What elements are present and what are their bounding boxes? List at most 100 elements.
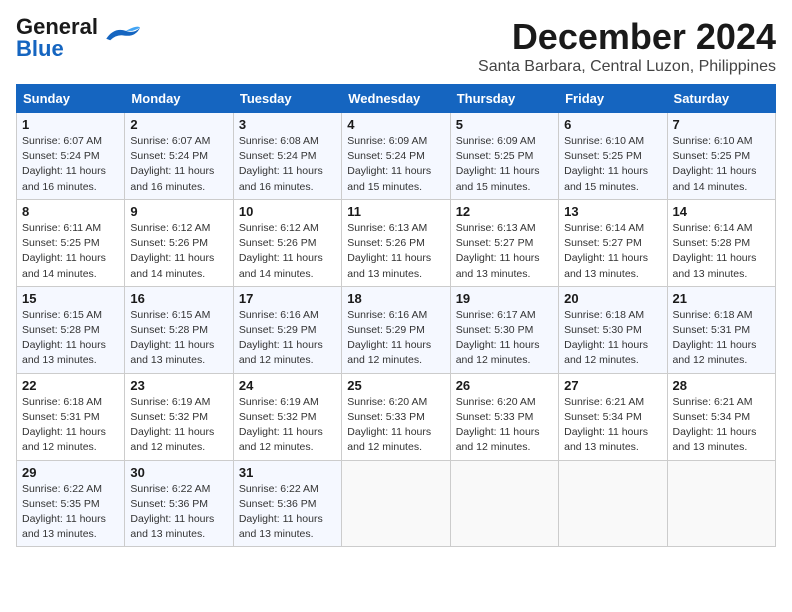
- day-number: 25: [347, 378, 444, 393]
- day-info: Sunrise: 6:22 AMSunset: 5:35 PMDaylight:…: [22, 482, 119, 543]
- day-info: Sunrise: 6:09 AMSunset: 5:25 PMDaylight:…: [456, 134, 553, 195]
- calendar-week-5: 29 Sunrise: 6:22 AMSunset: 5:35 PMDayligh…: [17, 460, 776, 547]
- weekday-header-saturday: Saturday: [667, 85, 775, 113]
- weekday-header-sunday: Sunday: [17, 85, 125, 113]
- day-info: Sunrise: 6:22 AMSunset: 5:36 PMDaylight:…: [130, 482, 227, 543]
- calendar-cell: 2Sunrise: 6:07 AMSunset: 5:24 PMDaylight…: [125, 113, 233, 200]
- day-info: Sunrise: 6:09 AMSunset: 5:24 PMDaylight:…: [347, 134, 444, 195]
- day-info: Sunrise: 6:18 AMSunset: 5:31 PMDaylight:…: [22, 395, 119, 456]
- calendar-cell: 25 Sunrise: 6:20 AMSunset: 5:33 PMDayligh…: [342, 373, 450, 460]
- day-number: 27: [564, 378, 661, 393]
- weekday-header-monday: Monday: [125, 85, 233, 113]
- calendar-cell: 4 Sunrise: 6:09 AMSunset: 5:24 PMDaylight…: [342, 113, 450, 200]
- day-info: Sunrise: 6:17 AMSunset: 5:30 PMDaylight:…: [456, 308, 553, 369]
- calendar-cell: 7 Sunrise: 6:10 AMSunset: 5:25 PMDaylight…: [667, 113, 775, 200]
- day-number: 10: [239, 204, 336, 219]
- weekday-header-wednesday: Wednesday: [342, 85, 450, 113]
- title-block: December 2024 Santa Barbara, Central Luz…: [478, 16, 776, 76]
- day-number: 22: [22, 378, 119, 393]
- calendar-cell: 12Sunrise: 6:13 AMSunset: 5:27 PMDayligh…: [450, 199, 558, 286]
- day-number: 20: [564, 291, 661, 306]
- weekday-header-tuesday: Tuesday: [233, 85, 341, 113]
- calendar-cell: 14 Sunrise: 6:14 AMSunset: 5:28 PMDayligh…: [667, 199, 775, 286]
- calendar-cell: 20Sunrise: 6:18 AMSunset: 5:30 PMDayligh…: [559, 286, 667, 373]
- month-title: December 2024: [478, 16, 776, 58]
- day-info: Sunrise: 6:21 AMSunset: 5:34 PMDaylight:…: [673, 395, 770, 456]
- day-info: Sunrise: 6:12 AMSunset: 5:26 PMDaylight:…: [130, 221, 227, 282]
- day-info: Sunrise: 6:12 AMSunset: 5:26 PMDaylight:…: [239, 221, 336, 282]
- calendar-cell: 8 Sunrise: 6:11 AMSunset: 5:25 PMDaylight…: [17, 199, 125, 286]
- day-info: Sunrise: 6:14 AMSunset: 5:28 PMDaylight:…: [673, 221, 770, 282]
- calendar-cell: 22 Sunrise: 6:18 AMSunset: 5:31 PMDayligh…: [17, 373, 125, 460]
- calendar-table: SundayMondayTuesdayWednesdayThursdayFrid…: [16, 84, 776, 547]
- calendar-week-1: 1 Sunrise: 6:07 AMSunset: 5:24 PMDaylight…: [17, 113, 776, 200]
- day-number: 16: [130, 291, 227, 306]
- calendar-cell: 23Sunrise: 6:19 AMSunset: 5:32 PMDayligh…: [125, 373, 233, 460]
- day-info: Sunrise: 6:16 AMSunset: 5:29 PMDaylight:…: [239, 308, 336, 369]
- day-info: Sunrise: 6:08 AMSunset: 5:24 PMDaylight:…: [239, 134, 336, 195]
- location-title: Santa Barbara, Central Luzon, Philippine…: [478, 58, 776, 76]
- calendar-cell: 11 Sunrise: 6:13 AMSunset: 5:26 PMDayligh…: [342, 199, 450, 286]
- day-info: Sunrise: 6:16 AMSunset: 5:29 PMDaylight:…: [347, 308, 444, 369]
- day-number: 12: [456, 204, 553, 219]
- day-info: Sunrise: 6:07 AMSunset: 5:24 PMDaylight:…: [22, 134, 119, 195]
- day-number: 11: [347, 204, 444, 219]
- day-number: 5: [456, 117, 553, 132]
- calendar-cell: 10 Sunrise: 6:12 AMSunset: 5:26 PMDayligh…: [233, 199, 341, 286]
- day-number: 17: [239, 291, 336, 306]
- day-number: 15: [22, 291, 119, 306]
- calendar-cell: 28Sunrise: 6:21 AMSunset: 5:34 PMDayligh…: [667, 373, 775, 460]
- day-info: Sunrise: 6:20 AMSunset: 5:33 PMDaylight:…: [347, 395, 444, 456]
- day-number: 13: [564, 204, 661, 219]
- day-number: 30: [130, 465, 227, 480]
- day-number: 3: [239, 117, 336, 132]
- calendar-cell: 26Sunrise: 6:20 AMSunset: 5:33 PMDayligh…: [450, 373, 558, 460]
- day-number: 1: [22, 117, 119, 132]
- calendar-cell: 15 Sunrise: 6:15 AMSunset: 5:28 PMDayligh…: [17, 286, 125, 373]
- weekday-header-thursday: Thursday: [450, 85, 558, 113]
- day-number: 19: [456, 291, 553, 306]
- logo: GeneralBlue: [16, 16, 142, 60]
- day-number: 8: [22, 204, 119, 219]
- calendar-cell: 30 Sunrise: 6:22 AMSunset: 5:36 PMDayligh…: [125, 460, 233, 547]
- day-number: 6: [564, 117, 661, 132]
- page-header: GeneralBlue December 2024 Santa Barbara,…: [16, 16, 776, 76]
- calendar-header-row: SundayMondayTuesdayWednesdayThursdayFrid…: [17, 85, 776, 113]
- calendar-cell: 21Sunrise: 6:18 AMSunset: 5:31 PMDayligh…: [667, 286, 775, 373]
- calendar-cell: [450, 460, 558, 547]
- calendar-cell: 17 Sunrise: 6:16 AMSunset: 5:29 PMDayligh…: [233, 286, 341, 373]
- day-info: Sunrise: 6:15 AMSunset: 5:28 PMDaylight:…: [22, 308, 119, 369]
- day-info: Sunrise: 6:10 AMSunset: 5:25 PMDaylight:…: [673, 134, 770, 195]
- calendar-cell: 27Sunrise: 6:21 AMSunset: 5:34 PMDayligh…: [559, 373, 667, 460]
- calendar-cell: 19 Sunrise: 6:17 AMSunset: 5:30 PMDayligh…: [450, 286, 558, 373]
- day-info: Sunrise: 6:11 AMSunset: 5:25 PMDaylight:…: [22, 221, 119, 282]
- calendar-cell: 24Sunrise: 6:19 AMSunset: 5:32 PMDayligh…: [233, 373, 341, 460]
- calendar-cell: 18 Sunrise: 6:16 AMSunset: 5:29 PMDayligh…: [342, 286, 450, 373]
- day-number: 14: [673, 204, 770, 219]
- day-number: 7: [673, 117, 770, 132]
- day-info: Sunrise: 6:20 AMSunset: 5:33 PMDaylight:…: [456, 395, 553, 456]
- day-info: Sunrise: 6:19 AMSunset: 5:32 PMDaylight:…: [239, 395, 336, 456]
- calendar-cell: 6 Sunrise: 6:10 AMSunset: 5:25 PMDaylight…: [559, 113, 667, 200]
- calendar-body: 1 Sunrise: 6:07 AMSunset: 5:24 PMDaylight…: [17, 113, 776, 547]
- logo-text: GeneralBlue: [16, 16, 98, 60]
- calendar-cell: 1 Sunrise: 6:07 AMSunset: 5:24 PMDaylight…: [17, 113, 125, 200]
- calendar-cell: [342, 460, 450, 547]
- day-number: 4: [347, 117, 444, 132]
- day-number: 31: [239, 465, 336, 480]
- calendar-cell: 3 Sunrise: 6:08 AMSunset: 5:24 PMDaylight…: [233, 113, 341, 200]
- day-info: Sunrise: 6:13 AMSunset: 5:26 PMDaylight:…: [347, 221, 444, 282]
- calendar-cell: 29 Sunrise: 6:22 AMSunset: 5:35 PMDayligh…: [17, 460, 125, 547]
- day-number: 9: [130, 204, 227, 219]
- calendar-week-3: 15 Sunrise: 6:15 AMSunset: 5:28 PMDayligh…: [17, 286, 776, 373]
- day-number: 29: [22, 465, 119, 480]
- day-info: Sunrise: 6:10 AMSunset: 5:25 PMDaylight:…: [564, 134, 661, 195]
- day-info: Sunrise: 6:14 AMSunset: 5:27 PMDaylight:…: [564, 221, 661, 282]
- logo-bird-icon: [102, 23, 142, 45]
- day-info: Sunrise: 6:07 AMSunset: 5:24 PMDaylight:…: [130, 134, 227, 195]
- day-info: Sunrise: 6:22 AMSunset: 5:36 PMDaylight:…: [239, 482, 336, 543]
- calendar-cell: 16Sunrise: 6:15 AMSunset: 5:28 PMDayligh…: [125, 286, 233, 373]
- calendar-cell: 13 Sunrise: 6:14 AMSunset: 5:27 PMDayligh…: [559, 199, 667, 286]
- day-number: 18: [347, 291, 444, 306]
- day-info: Sunrise: 6:18 AMSunset: 5:31 PMDaylight:…: [673, 308, 770, 369]
